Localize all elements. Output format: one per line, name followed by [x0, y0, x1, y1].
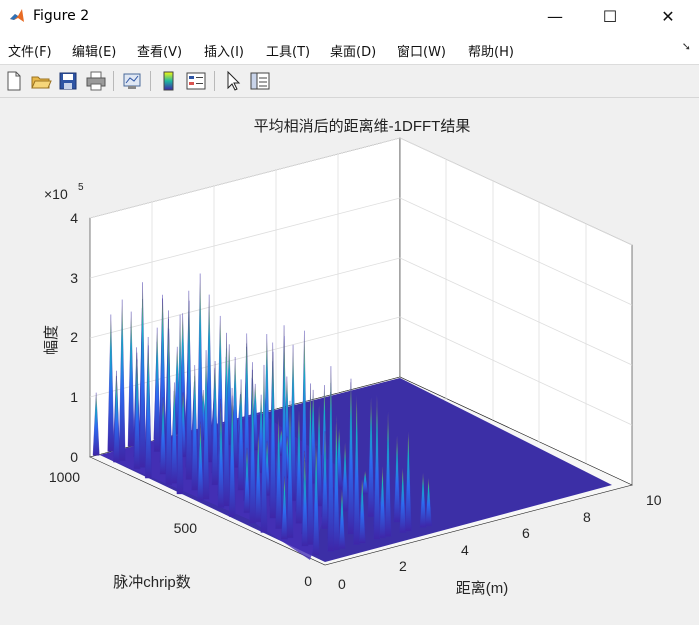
z-tick-label: 4 [70, 210, 78, 226]
window-title: Figure 2 [33, 8, 90, 24]
z-exponent-base: ×10 [44, 186, 68, 202]
y-axis-label: 脉冲chrip数 [113, 574, 191, 591]
x-axis-label: 距离(m) [456, 580, 509, 597]
link-plot-icon[interactable] [121, 70, 143, 92]
property-inspector-icon[interactable] [249, 70, 271, 92]
minimize-icon: — [547, 7, 563, 26]
colorbar-icon[interactable] [158, 70, 180, 92]
open-file-icon[interactable] [30, 70, 52, 92]
z-exponent-power: 5 [78, 182, 84, 193]
x-tick-label: 4 [461, 542, 469, 558]
y-tick-label: 500 [174, 520, 198, 536]
print-icon[interactable] [85, 70, 107, 92]
menu-tools[interactable]: 工具(T) [266, 41, 310, 60]
z-tick-label: 1 [70, 389, 78, 405]
z-tick-label: 0 [70, 449, 78, 465]
surface-plot[interactable]: 平均相消后的距离维-1DFFT结果 0 1 2 3 4 ×10 5 幅度 100… [0, 98, 699, 621]
y-tick-label: 0 [304, 573, 312, 589]
close-button[interactable]: ✕ [645, 0, 691, 34]
figure-canvas[interactable]: 平均相消后的距离维-1DFFT结果 0 1 2 3 4 ×10 5 幅度 100… [0, 98, 699, 621]
x-tick-label: 2 [399, 558, 407, 574]
close-icon: ✕ [661, 7, 675, 26]
menu-edit[interactable]: 编辑(E) [72, 41, 116, 60]
x-tick-label: 0 [338, 576, 346, 592]
maximize-button[interactable]: ☐ [587, 0, 633, 34]
toolbar-separator [214, 71, 215, 91]
dock-arrow-icon[interactable]: ➘ [682, 40, 691, 53]
z-tick-label: 3 [70, 270, 78, 286]
minimize-button[interactable]: — [532, 0, 578, 34]
legend-icon[interactable] [185, 70, 207, 92]
menu-window[interactable]: 窗口(W) [397, 41, 446, 60]
menu-bar: 文件(F) 编辑(E) 查看(V) 插入(I) 工具(T) 桌面(D) 窗口(W… [0, 34, 699, 64]
x-tick-label: 6 [522, 525, 530, 541]
title-bar: Figure 2 — ☐ ✕ [0, 0, 699, 34]
menu-view[interactable]: 查看(V) [137, 41, 182, 60]
pointer-icon[interactable] [222, 70, 244, 92]
maximize-icon: ☐ [602, 7, 618, 26]
menu-insert[interactable]: 插入(I) [204, 41, 244, 60]
menu-desktop[interactable]: 桌面(D) [330, 41, 376, 60]
toolbar-separator [113, 71, 114, 91]
toolbar-separator [150, 71, 151, 91]
save-icon[interactable] [57, 70, 79, 92]
new-figure-icon[interactable] [3, 70, 25, 92]
z-tick-label: 2 [70, 329, 78, 345]
figure-toolbar [0, 64, 699, 98]
y-tick-label: 1000 [49, 469, 80, 485]
x-tick-label: 10 [646, 492, 662, 508]
menu-help[interactable]: 帮助(H) [468, 41, 514, 60]
z-axis-label: 幅度 [43, 325, 60, 355]
matlab-logo-icon [10, 9, 24, 22]
chart-title: 平均相消后的距离维-1DFFT结果 [254, 118, 471, 135]
menu-file[interactable]: 文件(F) [8, 41, 52, 60]
x-tick-label: 8 [583, 509, 591, 525]
